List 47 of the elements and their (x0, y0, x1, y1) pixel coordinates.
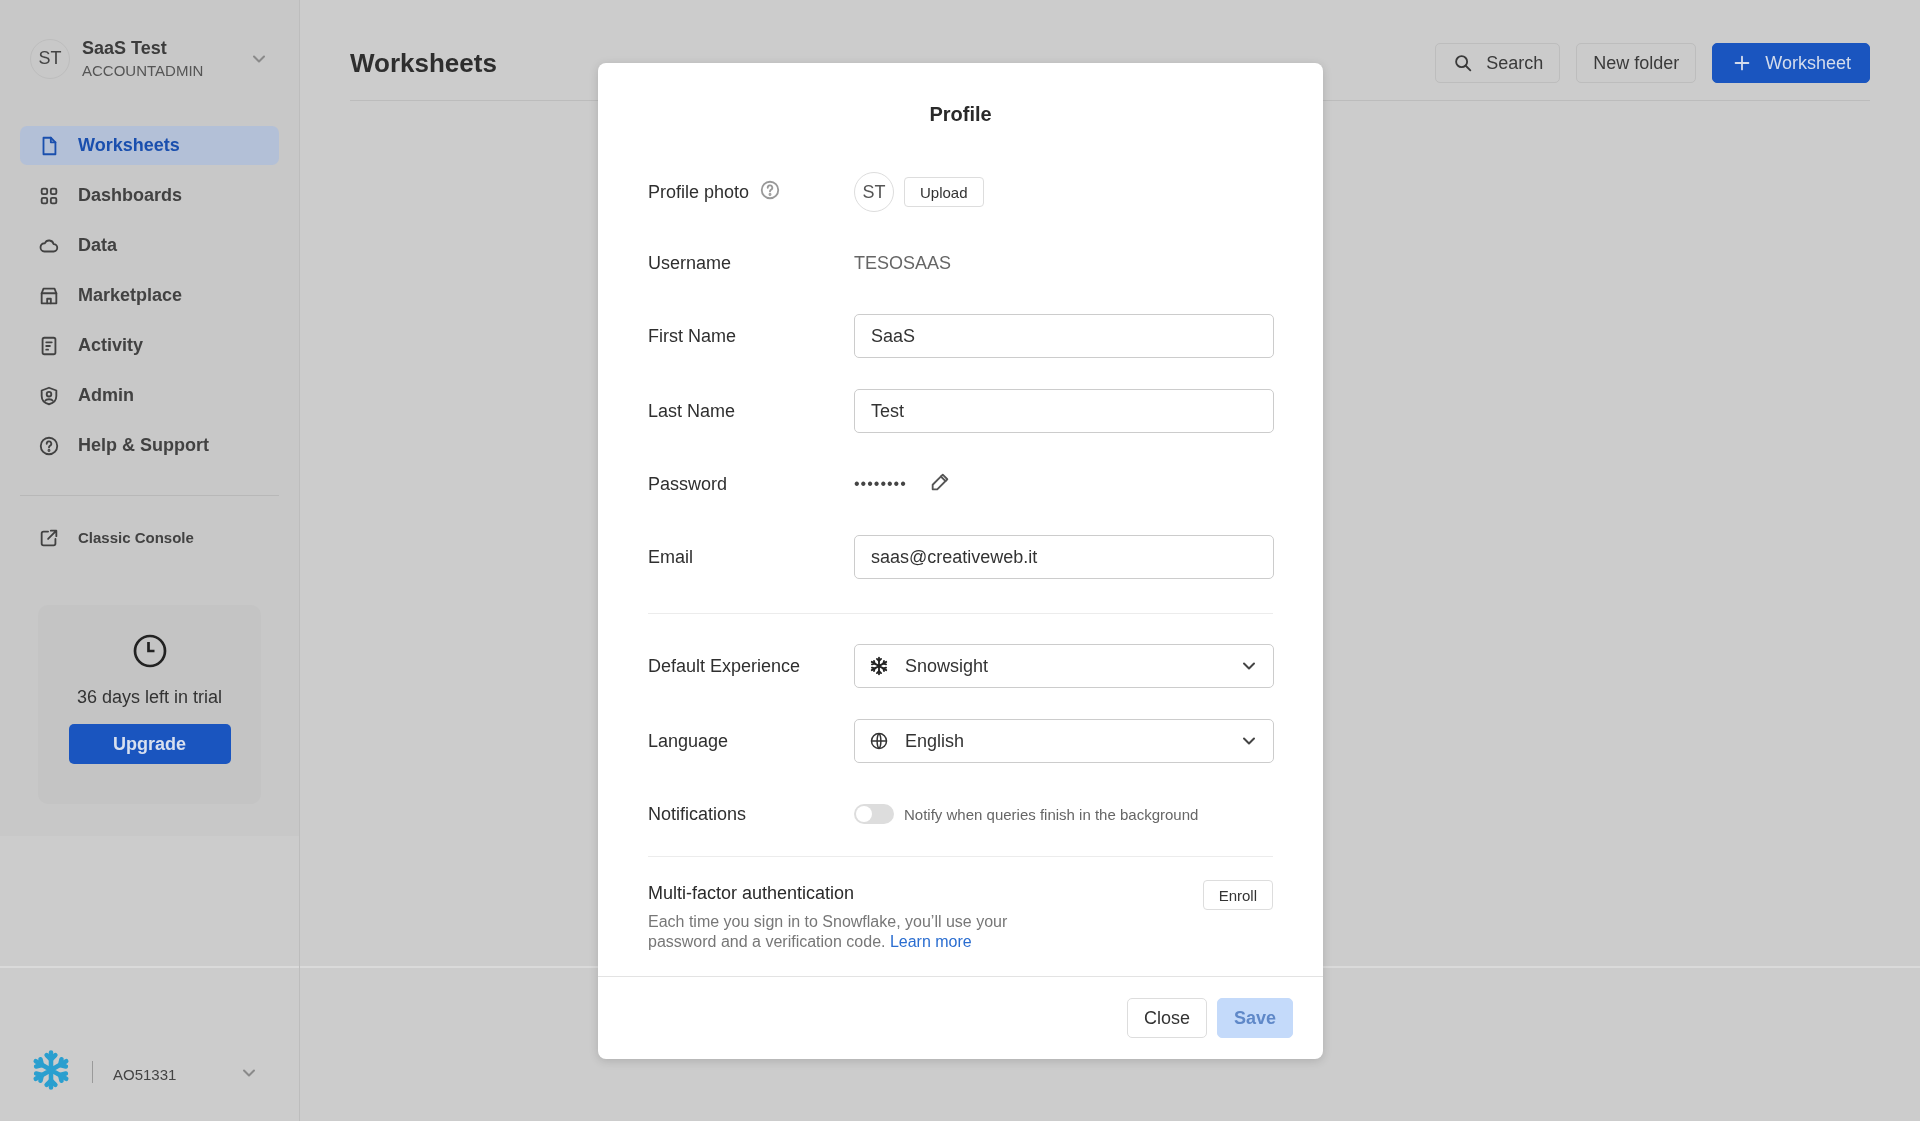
new-worksheet-button[interactable]: Worksheet (1712, 43, 1870, 83)
close-button[interactable]: Close (1126, 998, 1207, 1038)
learn-more-link[interactable]: Learn more (889, 933, 972, 950)
account-name: SaaS Test (82, 38, 168, 59)
text-field[interactable]: Test (854, 389, 1274, 433)
nav-item[interactable]: Help & Support (20, 426, 279, 465)
nav-item[interactable]: Data (20, 226, 279, 265)
password-value: •••••••• (854, 475, 907, 493)
dropdown[interactable]: English (854, 719, 1274, 763)
dropdown[interactable]: Snowsight (854, 644, 1274, 688)
username-value: TESOSAAS (854, 252, 953, 274)
field-label: Default Experience (648, 655, 802, 677)
enroll-button[interactable]: Enroll (1202, 880, 1273, 910)
shield-user-icon (38, 384, 60, 407)
globe-icon (869, 731, 889, 751)
field-label: Last Name (648, 400, 737, 422)
new-folder-button[interactable]: New folder (1576, 43, 1697, 83)
field-label: First Name (648, 325, 737, 347)
field-label: Password (648, 473, 729, 495)
account-role: ACCOUNTADMIN (82, 62, 205, 79)
nav-item[interactable]: Dashboards (20, 176, 279, 215)
field-label: Email (648, 546, 694, 568)
trial-text: 36 days left in trial (76, 687, 223, 708)
page-title: Worksheets (350, 47, 497, 79)
nav-item[interactable]: Admin (20, 376, 279, 415)
upgrade-button[interactable]: Upgrade (68, 724, 231, 764)
field-label: Profile photo (648, 181, 750, 203)
text-field[interactable]: SaaS (854, 314, 1274, 358)
mfa-description: Each time you sign in to Snowflake, you’ll use your password and a verification code. Learn more (648, 912, 1009, 952)
field-label: Notifications (648, 803, 748, 825)
search-button[interactable]: Search (1435, 43, 1561, 83)
dialog-title: Profile (929, 103, 992, 126)
text-field[interactable]: saas@creativeweb.it (854, 535, 1274, 579)
toggle-switch[interactable] (854, 804, 894, 824)
toggle-label: Notify when queries finish in the background (904, 805, 1199, 823)
field-label: Username (648, 252, 733, 274)
account-id: AO51331 (113, 1066, 178, 1083)
clock-icon (131, 633, 168, 669)
help-icon (38, 434, 60, 457)
field-label: Language (648, 730, 730, 752)
snowflake-icon (869, 656, 889, 676)
nav-item[interactable]: Marketplace (20, 276, 279, 315)
nav-item[interactable]: Activity (20, 326, 279, 365)
upload-button[interactable]: Upload (904, 177, 984, 207)
nav-item[interactable]: Worksheets (20, 126, 279, 165)
classic-console-link[interactable]: Classic Console (20, 518, 212, 557)
mfa-title: Multi-factor authentication (648, 883, 856, 904)
